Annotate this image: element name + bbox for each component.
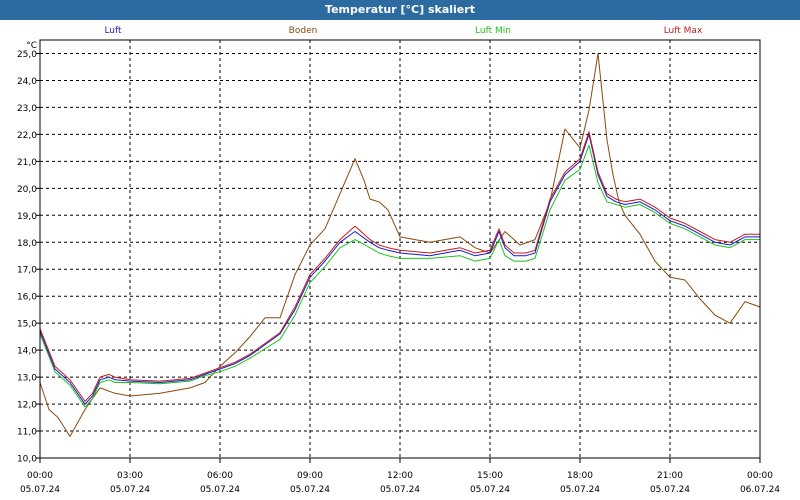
x-tick-time: 21:00 [657,471,683,481]
grid [40,40,760,458]
x-tick-date: 05.07.24 [290,485,330,495]
y-tick-label: 18,0 [17,239,37,249]
y-tick-label: 15,0 [17,320,37,330]
y-axis-unit: °C [26,41,37,51]
x-tick-time: 03:00 [117,471,143,481]
y-tick-label: 10,0 [17,455,37,465]
x-tick-date: 05.07.24 [20,485,60,495]
x-tick-time: 15:00 [477,471,503,481]
legend-entry: Luft [104,26,122,36]
y-tick-label: 17,0 [17,266,37,276]
x-axis: 00:00 05.07.24 03:00 05.07.24 06:00 05.07.24 0… [20,458,780,495]
x-tick-date: 05.07.24 [200,485,240,495]
legend-entry: Boden [289,26,318,36]
y-tick-label: 16,0 [17,293,37,303]
legend: Luft Boden Luft Min Luft Max [104,26,703,36]
x-tick-date: 05.07.24 [560,485,600,495]
y-axis: 10,0 11,0 12,0 13,0 14,0 15,0 16,0 17,0 18,0 19,0… [17,41,40,465]
y-tick-label: 20,0 [17,185,37,195]
y-tick-label: 21,0 [17,158,37,168]
y-tick-label: 14,0 [17,347,37,357]
x-tick-date: 05.07.24 [470,485,510,495]
y-tick-label: 23,0 [17,104,37,114]
temperature-line-chart: Luft Boden Luft Min Luft Max 10,0 11,0 12,0 13… [17,26,780,495]
y-tick-label: 25,0 [17,50,37,60]
x-tick-date: 06.07.24 [740,485,780,495]
x-tick-time: 00:00 [27,471,53,481]
x-tick-time: 00:00 [747,471,773,481]
y-tick-label: 19,0 [17,212,37,222]
legend-entry: Luft Min [475,26,511,36]
y-tick-label: 11,0 [17,428,37,438]
x-tick-date: 05.07.24 [110,485,150,495]
y-tick-label: 12,0 [17,401,37,411]
x-tick-time: 12:00 [387,471,413,481]
x-tick-date: 05.07.24 [650,485,690,495]
y-tick-label: 13,0 [17,374,37,384]
y-tick-label: 24,0 [17,77,37,87]
x-tick-date: 05.07.24 [380,485,420,495]
x-tick-time: 18:00 [567,471,593,481]
x-tick-time: 09:00 [297,471,323,481]
legend-entry: Luft Max [664,26,703,36]
chart-title: Temperatur [°C] skaliert [0,0,800,20]
x-tick-time: 06:00 [207,471,233,481]
y-tick-label: 22,0 [17,131,37,141]
